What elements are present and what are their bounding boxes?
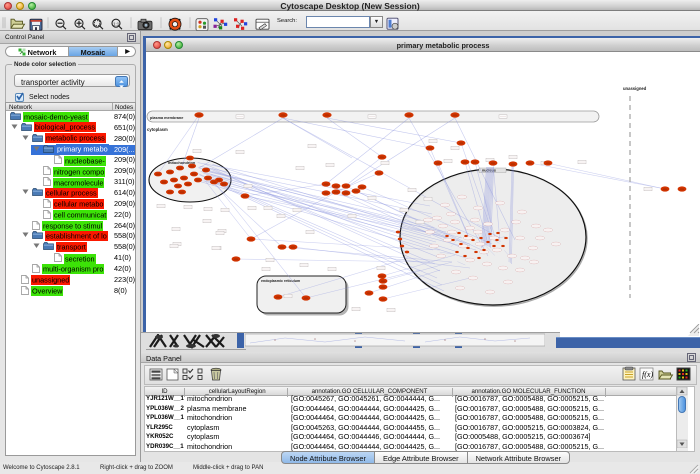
svg-text:unassigned: unassigned [623,86,647,91]
svg-text:plasma membrane: plasma membrane [150,116,183,120]
svg-text:1:1: 1:1 [113,22,120,27]
svg-text:cytoplasm: cytoplasm [147,127,168,132]
svg-text:f(x): f(x) [642,370,653,379]
svg-text:endoplasmic reticulum: endoplasmic reticulum [261,279,300,283]
